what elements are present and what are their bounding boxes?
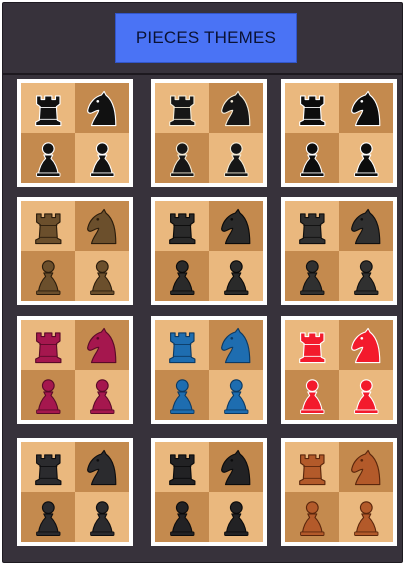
theme-preview-board	[155, 320, 263, 420]
theme-tile-2[interactable]	[151, 79, 267, 187]
pieces-themes-button[interactable]: PIECES THEMES	[115, 13, 297, 63]
rook-icon	[285, 442, 339, 492]
rook-icon	[285, 201, 339, 251]
pawn-icon	[75, 251, 129, 301]
theme-preview-board	[155, 201, 263, 301]
theme-preview-board	[21, 320, 129, 420]
rook-icon	[21, 320, 75, 370]
pawn-icon	[209, 251, 263, 301]
pawn-icon	[339, 133, 393, 183]
theme-tile-7[interactable]	[17, 316, 133, 424]
knight-icon	[75, 320, 129, 370]
pawn-icon	[285, 133, 339, 183]
pawn-icon	[285, 370, 339, 420]
rook-icon	[155, 83, 209, 133]
rook-icon	[285, 83, 339, 133]
theme-tile-3[interactable]	[281, 79, 397, 187]
pawn-icon	[155, 492, 209, 542]
pawn-icon	[21, 133, 75, 183]
themes-panel: PIECES THEMES	[2, 2, 403, 563]
pawn-icon	[21, 251, 75, 301]
pawn-icon	[155, 133, 209, 183]
knight-icon	[209, 83, 263, 133]
knight-icon	[209, 442, 263, 492]
theme-tile-5[interactable]	[151, 197, 267, 305]
pawn-icon	[285, 251, 339, 301]
theme-preview-board	[21, 442, 129, 542]
rook-icon	[285, 320, 339, 370]
knight-icon	[75, 442, 129, 492]
rook-icon	[21, 201, 75, 251]
pawn-icon	[339, 492, 393, 542]
knight-icon	[339, 442, 393, 492]
rook-icon	[155, 320, 209, 370]
theme-preview-board	[21, 83, 129, 183]
pawn-icon	[209, 492, 263, 542]
knight-icon	[75, 201, 129, 251]
pawn-icon	[209, 133, 263, 183]
pawn-icon	[339, 251, 393, 301]
rook-icon	[155, 442, 209, 492]
pawn-icon	[155, 370, 209, 420]
themes-grid	[11, 75, 397, 561]
knight-icon	[209, 320, 263, 370]
theme-tile-8[interactable]	[151, 316, 267, 424]
theme-tile-6[interactable]	[281, 197, 397, 305]
knight-icon	[75, 83, 129, 133]
knight-icon	[339, 83, 393, 133]
theme-preview-board	[285, 201, 393, 301]
theme-preview-board	[285, 83, 393, 183]
theme-tile-9[interactable]	[281, 316, 397, 424]
pawn-icon	[155, 251, 209, 301]
pawn-icon	[21, 492, 75, 542]
pawn-icon	[75, 370, 129, 420]
rook-icon	[21, 83, 75, 133]
knight-icon	[339, 201, 393, 251]
pawn-icon	[209, 370, 263, 420]
pieces-themes-title: PIECES THEMES	[135, 28, 277, 47]
theme-tile-11[interactable]	[151, 438, 267, 546]
theme-tile-10[interactable]	[17, 438, 133, 546]
theme-preview-board	[285, 320, 393, 420]
theme-tile-4[interactable]	[17, 197, 133, 305]
pawn-icon	[339, 370, 393, 420]
theme-tile-1[interactable]	[17, 79, 133, 187]
theme-preview-board	[155, 83, 263, 183]
theme-preview-board	[285, 442, 393, 542]
knight-icon	[339, 320, 393, 370]
pawn-icon	[75, 133, 129, 183]
theme-preview-board	[155, 442, 263, 542]
theme-preview-board	[21, 201, 129, 301]
pawn-icon	[21, 370, 75, 420]
theme-tile-12[interactable]	[281, 438, 397, 546]
rook-icon	[155, 201, 209, 251]
pawn-icon	[75, 492, 129, 542]
pawn-icon	[285, 492, 339, 542]
knight-icon	[209, 201, 263, 251]
rook-icon	[21, 442, 75, 492]
